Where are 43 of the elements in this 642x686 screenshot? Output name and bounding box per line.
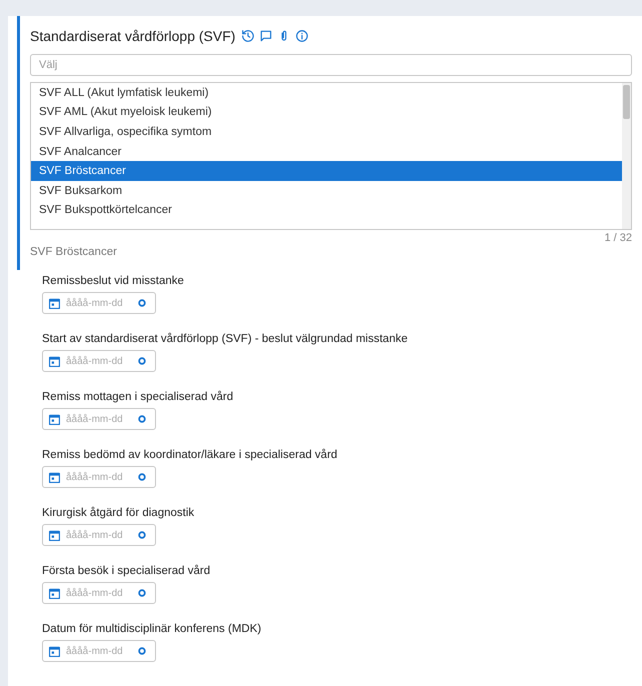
list-option[interactable]: SVF Analcancer	[31, 142, 622, 162]
date-field[interactable]: åååå-mm-dd	[42, 582, 156, 604]
date-field[interactable]: åååå-mm-dd	[42, 350, 156, 372]
clear-icon[interactable]	[138, 299, 146, 307]
calendar-icon	[49, 588, 60, 598]
field-label: Remiss bedömd av koordinator/läkare i specialiserad vård	[42, 449, 338, 461]
select-field[interactable]: Välj	[30, 54, 632, 76]
clear-icon[interactable]	[138, 589, 146, 597]
date-field[interactable]: åååå-mm-dd	[42, 408, 156, 430]
clear-icon[interactable]	[138, 357, 146, 365]
calendar-icon	[49, 646, 60, 656]
clear-icon[interactable]	[138, 473, 146, 481]
list-option[interactable]: SVF Bukspottkörtelcancer	[31, 200, 622, 220]
scrollbar[interactable]	[622, 83, 631, 229]
field-label: Remissbeslut vid misstanke	[42, 275, 185, 287]
date-field[interactable]: åååå-mm-dd	[42, 524, 156, 546]
field-label: Start av standardiserat vårdförlopp (SVF) - beslut välgrundad misstanke	[42, 333, 409, 345]
list-option[interactable]: SVF ALL (Akut lymfatisk leukemi)	[31, 83, 622, 103]
selected-value: SVF Bröstcancer	[30, 246, 118, 258]
calendar-icon	[49, 298, 60, 308]
date-field[interactable]: åååå-mm-dd	[42, 640, 156, 662]
calendar-icon	[49, 414, 60, 424]
calendar-icon	[49, 530, 60, 540]
clear-icon[interactable]	[138, 647, 146, 655]
date-field[interactable]: åååå-mm-dd	[42, 292, 156, 314]
list-option[interactable]: SVF AML (Akut myeloisk leukemi)	[31, 102, 622, 122]
list-option[interactable]: SVF Buksarkom	[31, 180, 622, 201]
date-field[interactable]: åååå-mm-dd	[42, 466, 156, 488]
field-label: Kirurgisk åtgärd för diagnostik	[42, 507, 196, 519]
calendar-icon	[49, 356, 60, 366]
field-label: Remiss mottagen i specialiserad vård	[42, 391, 234, 403]
history-icon[interactable]	[241, 29, 256, 43]
clear-icon[interactable]	[138, 415, 146, 423]
comment-icon[interactable]	[259, 29, 274, 43]
list-option[interactable]: SVF Allvarliga, ospecifika symtom	[31, 122, 622, 142]
section-title: Standardiserat vårdförlopp (SVF)	[30, 28, 236, 44]
list-option[interactable]: SVF Bröstcancer	[31, 161, 622, 181]
field-label: Första besök i specialiserad vård	[42, 565, 212, 577]
info-icon[interactable]	[295, 29, 310, 43]
item-counter: 1 / 32	[603, 232, 632, 244]
calendar-icon	[49, 472, 60, 482]
field-label: Datum för multidisciplinär konferens (MDK)	[42, 623, 262, 635]
clear-icon[interactable]	[138, 531, 146, 539]
